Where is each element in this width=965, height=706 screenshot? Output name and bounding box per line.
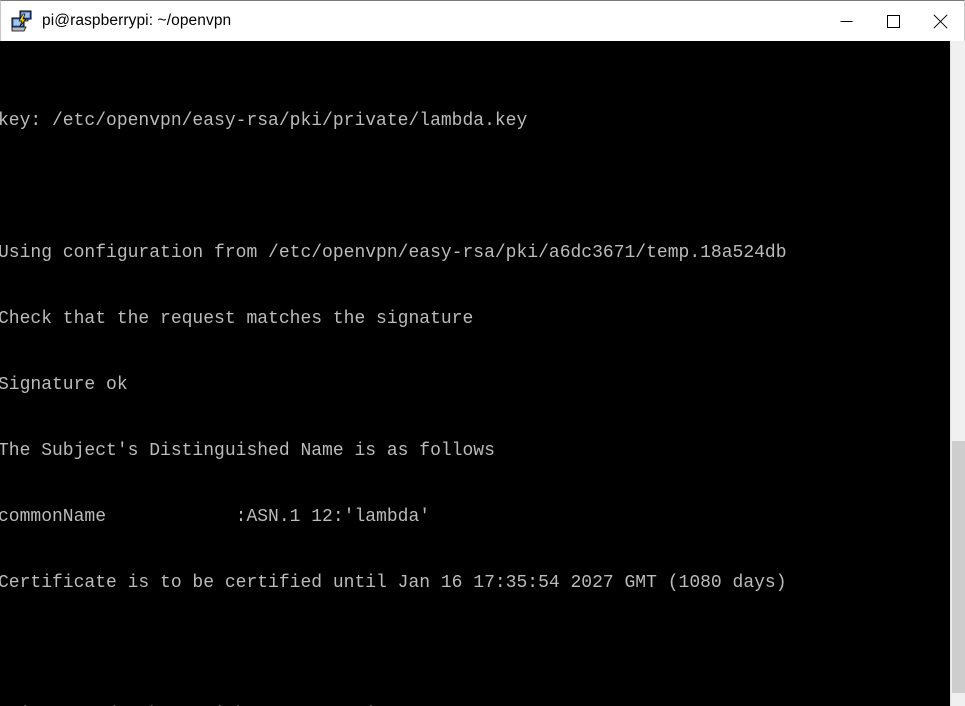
vertical-scrollbar[interactable] [950,41,965,706]
title-bar: pi@raspberrypi: ~/openvpn [0,0,965,42]
putty-terminal-window: pi@raspberrypi: ~/openvpn key: /etc/open… [0,0,965,706]
window-controls [823,0,964,42]
terminal-line: Signature ok [0,375,128,395]
terminal-line: Using configuration from /etc/openvpn/ea… [0,243,787,263]
window-title: pi@raspberrypi: ~/openvpn [42,12,232,29]
putty-icon [11,10,33,32]
scrollbar-thumb[interactable] [952,441,965,693]
terminal-line: Check that the request matches the signa… [0,309,474,329]
terminal-line: The Subject's Distinguished Name is as f… [0,441,495,461]
terminal-line: key: /etc/openvpn/easy-rsa/pki/private/l… [0,111,528,131]
maximize-button[interactable] [870,0,917,42]
terminal-line: Certificate is to be certified until Jan… [0,573,787,593]
terminal-line: commonName :ASN.1 12:'lambda' [0,507,431,527]
terminal-text: key: /etc/openvpn/easy-rsa/pki/private/l… [0,41,950,706]
close-button[interactable] [917,0,964,42]
minimize-button[interactable] [823,0,870,42]
terminal-output-area[interactable]: key: /etc/openvpn/easy-rsa/pki/private/l… [0,41,950,706]
